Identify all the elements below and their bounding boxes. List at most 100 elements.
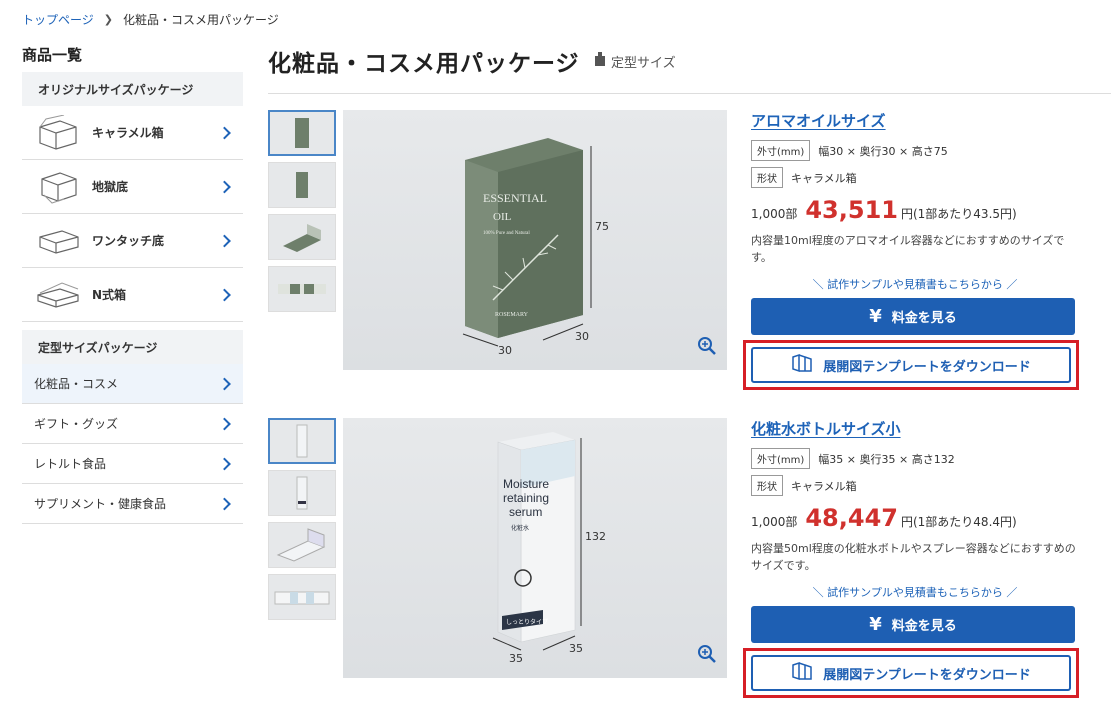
price: 48,447	[805, 504, 898, 532]
divider	[268, 93, 1111, 94]
spec-shape: 形状 キャラメル箱	[751, 167, 1079, 188]
dim-label: 30	[575, 330, 589, 343]
chevron-right-icon	[218, 288, 231, 301]
size-pill: 外寸(mm)	[751, 448, 811, 469]
product-main-image: ESSENTIAL OIL 100% Pure and Natural ROSE…	[343, 110, 727, 370]
onetouch-box-icon	[32, 221, 84, 261]
dim-label: 75	[595, 220, 609, 233]
sidebar-item-gift[interactable]: ギフト・グッズ	[22, 404, 243, 444]
product-info: アロマオイルサイズ 外寸(mm) 幅30 × 奥行30 × 高さ75 形状 キャ…	[743, 110, 1079, 390]
download-template-button[interactable]: 展開図テンプレートをダウンロード	[751, 655, 1071, 691]
sidebar-item-label: キャラメル箱	[92, 126, 164, 140]
price: 43,511	[805, 196, 898, 224]
zoom-icon[interactable]	[697, 644, 717, 668]
breadcrumb: トップページ ❯ 化粧品・コスメ用パッケージ	[22, 11, 279, 28]
box-text: ESSENTIAL	[483, 191, 547, 205]
download-highlight: 展開図テンプレートをダウンロード	[743, 648, 1079, 698]
yen-icon: ¥	[869, 306, 882, 327]
quantity: 1,000部	[751, 207, 798, 221]
thumbnail[interactable]	[268, 470, 336, 516]
chevron-right-icon	[218, 457, 231, 470]
chevron-right-icon	[218, 497, 231, 510]
spec-size: 外寸(mm) 幅35 × 奥行35 × 高さ132	[751, 448, 1079, 469]
sidebar-item-retort[interactable]: レトルト食品	[22, 444, 243, 484]
description: 内容量10ml程度のアロマオイル容器などにおすすめのサイズです。	[751, 234, 1065, 264]
sidebar-title: 商品一覧	[22, 46, 83, 64]
price-row: 1,000部 48,447 円(1部あたり48.4円)	[751, 504, 1079, 532]
unit-price: 円(1部あたり43.5円)	[900, 207, 1017, 221]
sidebar-item-label: ギフト・グッズ	[34, 417, 119, 431]
spec-size: 外寸(mm) 幅30 × 奥行30 × 高さ75	[751, 140, 1079, 161]
download-highlight: 展開図テンプレートをダウンロード	[743, 340, 1079, 390]
thumbnail[interactable]	[268, 162, 336, 208]
button-label: 展開図テンプレートをダウンロード	[823, 359, 1031, 375]
box-text: OIL	[493, 211, 512, 223]
dim-label: 30	[498, 344, 512, 357]
product-name-link[interactable]: アロマオイルサイズ	[751, 110, 1079, 134]
page-title: 化粧品・コスメ用パッケージ	[268, 51, 580, 77]
price-row: 1,000部 43,511 円(1部あたり43.5円)	[751, 196, 1079, 224]
sidebar: 商品一覧 オリジナルサイズパッケージ キャラメル箱 地獄底 ワンタッチ底 N式箱…	[22, 44, 243, 524]
unit-price: 円(1部あたり48.4円)	[900, 515, 1017, 529]
zoom-icon[interactable]	[697, 336, 717, 360]
thumbnail[interactable]	[268, 522, 336, 568]
sidebar-item-label: 地獄底	[92, 180, 129, 194]
sidebar-item-onetouch[interactable]: ワンタッチ底	[22, 214, 243, 268]
shape-pill: 形状	[751, 167, 783, 188]
thumbnail[interactable]	[268, 418, 336, 464]
button-label: 料金を見る	[891, 619, 957, 634]
box-text: 化粧水	[511, 524, 529, 532]
box-text: retaining	[503, 491, 549, 505]
shape-value: キャラメル箱	[791, 171, 857, 185]
thumbnail-list	[268, 110, 336, 318]
nshiki-box-icon	[32, 275, 84, 315]
shape-value: キャラメル箱	[791, 479, 857, 493]
sample-link[interactable]: ＼ 試作サンプルや見積書もこちらから ／	[751, 584, 1079, 600]
dim-label: 35	[509, 652, 523, 665]
product-info: 化粧水ボトルサイズ小 外寸(mm) 幅35 × 奥行35 × 高さ132 形状 …	[743, 418, 1079, 698]
thumbnail[interactable]	[268, 574, 336, 620]
breadcrumb-home-link[interactable]: トップページ	[22, 11, 94, 28]
sidebar-item-label: 化粧品・コスメ	[34, 377, 119, 391]
view-price-button[interactable]: ¥ 料金を見る	[751, 606, 1075, 643]
thumbnail[interactable]	[268, 214, 336, 260]
dim-label: 35	[569, 642, 583, 655]
box-text: ROSEMARY	[495, 312, 529, 318]
sidebar-item-nshiki[interactable]: N式箱	[22, 268, 243, 322]
quantity: 1,000部	[751, 515, 798, 529]
caramel-box-icon	[32, 113, 84, 153]
thumbnail-list	[268, 418, 336, 626]
download-template-button[interactable]: 展開図テンプレートをダウンロード	[751, 347, 1071, 383]
product-main-image: Moisture retaining serum 化粧水 しっとりタイプ 132…	[343, 418, 727, 678]
page-tag-label: 定型サイズ	[611, 55, 676, 71]
box-text: 100% Pure and Natural	[483, 231, 530, 236]
sidebar-item-label: レトルト食品	[34, 457, 107, 471]
size-value: 幅35 × 奥行35 × 高さ132	[818, 452, 955, 466]
chevron-right-icon	[218, 180, 231, 193]
product-name-link[interactable]: 化粧水ボトルサイズ小	[751, 418, 1079, 442]
sidebar-item-supplement[interactable]: サプリメント・健康食品	[22, 484, 243, 524]
chevron-right-icon: ❯	[103, 13, 113, 26]
dim-label: 132	[585, 530, 606, 543]
jigokuzoko-box-icon	[32, 167, 84, 207]
chevron-right-icon	[218, 126, 231, 139]
size-value: 幅30 × 奥行30 × 高さ75	[818, 144, 948, 158]
box-text: しっとりタイプ	[506, 618, 548, 626]
sidebar-item-cosmetics[interactable]: 化粧品・コスメ	[22, 364, 243, 404]
sidebar-group-standard: 定型サイズパッケージ	[22, 330, 243, 364]
sidebar-item-label: サプリメント・健康食品	[34, 497, 167, 511]
breadcrumb-current: 化粧品・コスメ用パッケージ	[122, 13, 279, 27]
sidebar-item-label: ワンタッチ底	[92, 234, 165, 248]
button-label: 料金を見る	[891, 311, 957, 326]
sidebar-item-jigokuzoko[interactable]: 地獄底	[22, 160, 243, 214]
sidebar-item-caramel[interactable]: キャラメル箱	[22, 106, 243, 160]
page-tag: 定型サイズ	[594, 51, 676, 71]
sample-link[interactable]: ＼ 試作サンプルや見積書もこちらから ／	[751, 276, 1079, 292]
view-price-button[interactable]: ¥ 料金を見る	[751, 298, 1075, 335]
spec-shape: 形状 キャラメル箱	[751, 475, 1079, 496]
template-icon	[791, 353, 813, 377]
thumbnail[interactable]	[268, 266, 336, 312]
thumbnail[interactable]	[268, 110, 336, 156]
box-icon	[594, 51, 606, 71]
yen-icon: ¥	[869, 614, 882, 635]
